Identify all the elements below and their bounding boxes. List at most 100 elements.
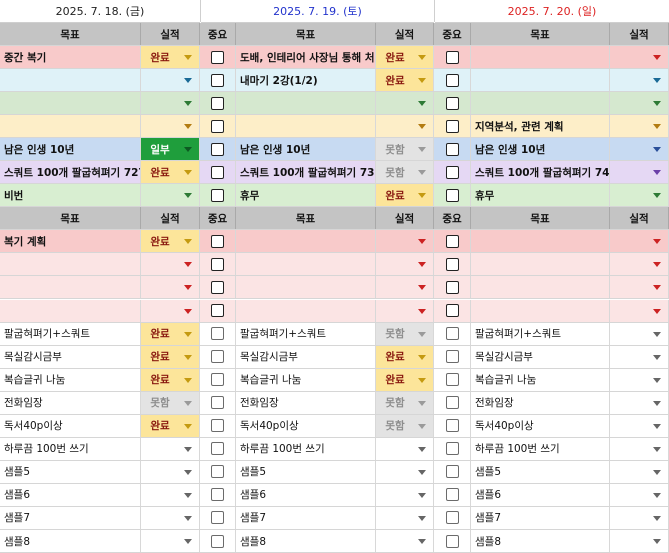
result-dropdown[interactable]: [376, 230, 434, 253]
result-dropdown[interactable]: [610, 322, 669, 345]
goal-cell[interactable]: 남은 인생 10년: [471, 138, 610, 161]
result-dropdown[interactable]: 완료: [141, 345, 200, 368]
important-checkbox-cell[interactable]: [434, 414, 471, 437]
result-dropdown[interactable]: [610, 483, 669, 506]
important-checkbox-cell[interactable]: [434, 184, 471, 207]
goal-cell[interactable]: [0, 115, 141, 138]
goal-cell[interactable]: [471, 276, 610, 299]
checkbox[interactable]: [445, 304, 459, 318]
dropdown-arrow-icon[interactable]: [653, 377, 661, 383]
result-dropdown[interactable]: [141, 530, 200, 553]
dropdown-arrow-icon[interactable]: [184, 308, 192, 314]
important-checkbox-cell[interactable]: [200, 230, 236, 253]
important-checkbox-cell[interactable]: [434, 92, 471, 115]
goal-cell[interactable]: 하루끔 100번 쓰기: [0, 437, 141, 460]
dropdown-arrow-icon[interactable]: [418, 239, 426, 245]
dropdown-arrow-icon[interactable]: [184, 147, 192, 153]
important-checkbox-cell[interactable]: [200, 530, 236, 553]
result-dropdown[interactable]: [610, 460, 669, 483]
goal-cell[interactable]: 하루끔 100번 쓰기: [471, 437, 610, 460]
goal-cell[interactable]: 복습글귀 나눔: [471, 368, 610, 391]
dropdown-arrow-icon[interactable]: [418, 377, 426, 383]
goal-cell[interactable]: 샘플5: [471, 460, 610, 483]
dropdown-arrow-icon[interactable]: [418, 147, 426, 153]
result-dropdown[interactable]: 완료: [141, 414, 200, 437]
important-checkbox-cell[interactable]: [200, 391, 236, 414]
checkbox[interactable]: [445, 234, 459, 248]
checkbox[interactable]: [211, 327, 224, 341]
important-checkbox-cell[interactable]: [200, 299, 236, 322]
result-dropdown[interactable]: [141, 184, 200, 207]
dropdown-arrow-icon[interactable]: [418, 539, 426, 545]
checkbox[interactable]: [445, 488, 459, 502]
dropdown-arrow-icon[interactable]: [418, 331, 426, 337]
dropdown-arrow-icon[interactable]: [184, 492, 192, 498]
result-dropdown[interactable]: [141, 115, 200, 138]
important-checkbox-cell[interactable]: [434, 483, 471, 506]
important-checkbox-cell[interactable]: [200, 161, 236, 184]
result-dropdown[interactable]: [610, 184, 669, 207]
dropdown-arrow-icon[interactable]: [418, 423, 426, 429]
result-dropdown[interactable]: [141, 483, 200, 506]
result-dropdown[interactable]: [610, 253, 669, 276]
dropdown-arrow-icon[interactable]: [653, 492, 661, 498]
important-checkbox-cell[interactable]: [200, 138, 236, 161]
checkbox[interactable]: [211, 442, 224, 456]
dropdown-arrow-icon[interactable]: [653, 55, 661, 61]
important-checkbox-cell[interactable]: [434, 46, 471, 69]
goal-cell[interactable]: 독서40p이상: [471, 414, 610, 437]
checkbox[interactable]: [211, 511, 224, 525]
goal-cell[interactable]: 중간 복기: [0, 46, 141, 69]
goal-cell[interactable]: 휴무: [236, 184, 376, 207]
goal-cell[interactable]: 샘플6: [471, 483, 610, 506]
goal-cell[interactable]: 샘플8: [0, 530, 141, 553]
result-dropdown[interactable]: [141, 460, 200, 483]
important-checkbox-cell[interactable]: [434, 322, 471, 345]
dropdown-arrow-icon[interactable]: [418, 262, 426, 268]
result-dropdown[interactable]: [610, 437, 669, 460]
dropdown-arrow-icon[interactable]: [184, 170, 192, 176]
result-dropdown[interactable]: [610, 530, 669, 553]
goal-cell[interactable]: 도배, 인테리어 사장님 통해 처: [236, 46, 376, 69]
goal-cell[interactable]: [471, 46, 610, 69]
important-checkbox-cell[interactable]: [434, 138, 471, 161]
important-checkbox-cell[interactable]: [200, 115, 236, 138]
dropdown-arrow-icon[interactable]: [418, 400, 426, 406]
dropdown-arrow-icon[interactable]: [653, 193, 661, 199]
result-dropdown[interactable]: [610, 345, 669, 368]
dropdown-arrow-icon[interactable]: [418, 446, 426, 452]
goal-cell[interactable]: [471, 69, 610, 92]
dropdown-arrow-icon[interactable]: [184, 331, 192, 337]
checkbox[interactable]: [211, 488, 224, 502]
goal-cell[interactable]: [0, 253, 141, 276]
dropdown-arrow-icon[interactable]: [653, 423, 661, 429]
goal-cell[interactable]: [471, 299, 610, 322]
dropdown-arrow-icon[interactable]: [184, 78, 192, 84]
result-dropdown[interactable]: [610, 69, 669, 92]
result-dropdown[interactable]: 완료: [141, 230, 200, 253]
dropdown-arrow-icon[interactable]: [653, 170, 661, 176]
goal-cell[interactable]: 목실감시금부: [236, 345, 376, 368]
important-checkbox-cell[interactable]: [200, 184, 236, 207]
goal-cell[interactable]: 샘플5: [236, 460, 376, 483]
checkbox[interactable]: [445, 534, 459, 548]
checkbox[interactable]: [445, 465, 459, 479]
goal-cell[interactable]: 팔굽혀펴기+스쿼트: [236, 322, 376, 345]
checkbox[interactable]: [211, 350, 224, 364]
goal-cell[interactable]: [471, 92, 610, 115]
goal-cell[interactable]: 샘플7: [0, 506, 141, 529]
important-checkbox-cell[interactable]: [434, 391, 471, 414]
dropdown-arrow-icon[interactable]: [418, 515, 426, 521]
result-dropdown[interactable]: 완료: [141, 46, 200, 69]
important-checkbox-cell[interactable]: [434, 368, 471, 391]
goal-cell[interactable]: 지역분석, 관련 계획: [471, 115, 610, 138]
dropdown-arrow-icon[interactable]: [418, 193, 426, 199]
dropdown-arrow-icon[interactable]: [184, 377, 192, 383]
checkbox[interactable]: [445, 142, 459, 156]
dropdown-arrow-icon[interactable]: [653, 400, 661, 406]
goal-cell[interactable]: [471, 253, 610, 276]
dropdown-arrow-icon[interactable]: [418, 170, 426, 176]
result-dropdown[interactable]: [610, 506, 669, 529]
dropdown-arrow-icon[interactable]: [184, 469, 192, 475]
dropdown-arrow-icon[interactable]: [418, 354, 426, 360]
